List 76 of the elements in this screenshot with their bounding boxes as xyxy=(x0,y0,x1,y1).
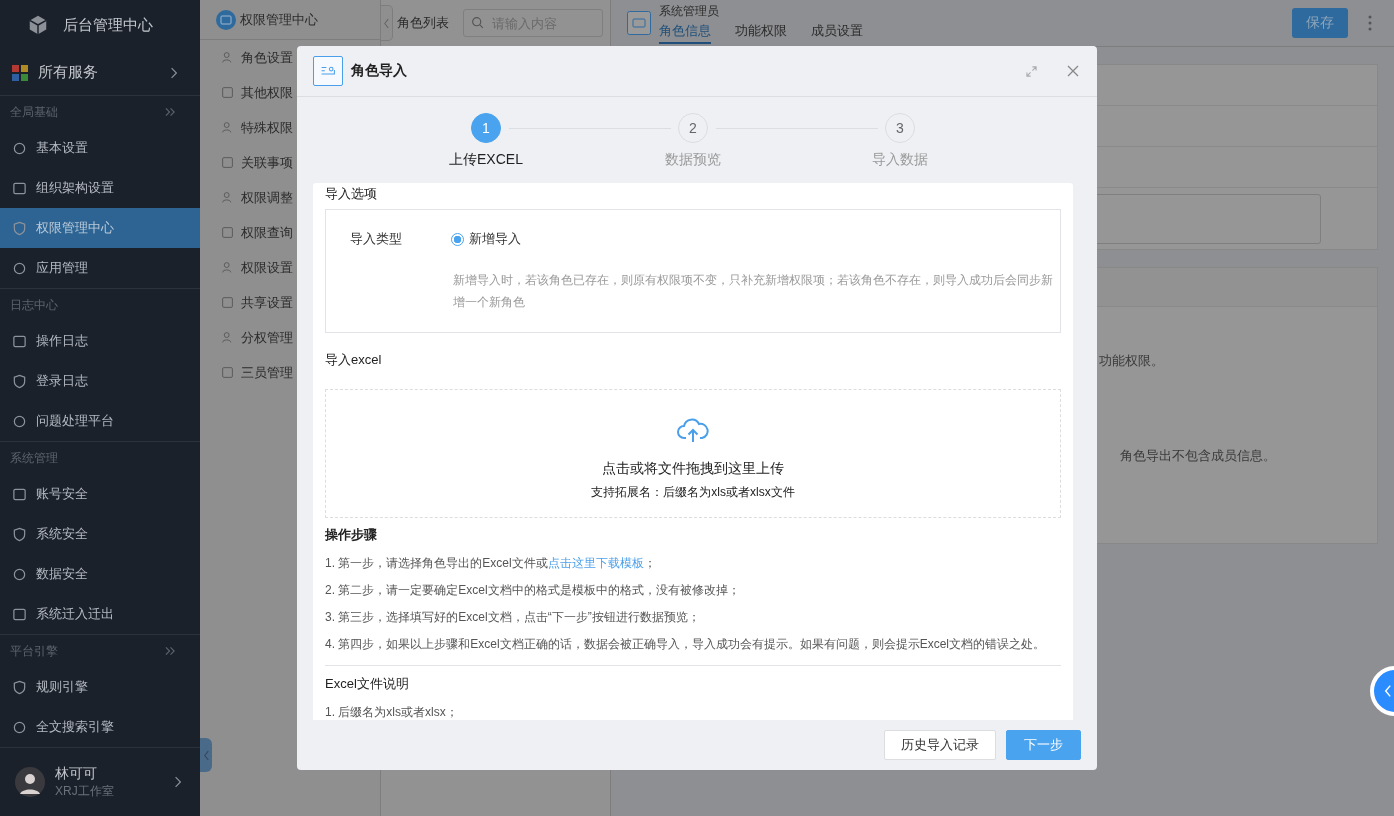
nav-item[interactable]: 全文搜索引擎 xyxy=(0,707,200,747)
submenu-item[interactable]: 特殊权限 xyxy=(200,110,380,145)
list-title: 角色列表 xyxy=(397,14,449,32)
nav-item[interactable]: 规则引擎 xyxy=(0,667,200,707)
nav-item[interactable]: 操作日志 xyxy=(0,321,200,361)
step-number: 3 xyxy=(885,113,915,143)
nav-item[interactable]: 账号安全 xyxy=(0,474,200,514)
radio-circle[interactable] xyxy=(451,232,464,246)
section-title: 导入excel xyxy=(325,350,383,369)
chevron-left-icon xyxy=(383,17,390,29)
section-title: 导入选项 xyxy=(325,185,378,203)
cloud-upload-icon xyxy=(677,417,709,444)
group-label: 系统管理 xyxy=(10,449,58,467)
step-number: 2 xyxy=(678,113,708,143)
screen-icon xyxy=(12,606,27,622)
field-label: 导入类型 xyxy=(350,230,403,248)
instruction-text: 4. 第四步，如果以上步骤和Excel文档正确的话，数据会被正确导入，导入成功会有提示。如果有问题，则会提示Excel文档的错误之处。 xyxy=(325,637,1047,652)
user-card[interactable]: 林可可 XRJ工作室 xyxy=(0,748,200,816)
step-label: 导入数据 xyxy=(872,151,928,169)
chevron-left-icon xyxy=(202,749,210,761)
expand-icon[interactable] xyxy=(1026,65,1037,77)
avatar xyxy=(15,767,45,797)
tab[interactable]: 功能权限 xyxy=(735,19,787,44)
all-services-item[interactable]: 所有服务 xyxy=(0,50,200,96)
chevron-left-icon xyxy=(1383,683,1392,699)
role-title: 系统管理员 xyxy=(659,2,720,20)
radio-option[interactable]: 新增导入 xyxy=(451,230,521,248)
tab[interactable]: 成员设置 xyxy=(811,19,863,44)
chevron-right-icon xyxy=(174,775,182,789)
dialog-icon xyxy=(313,56,343,86)
dialog-title: 角色导入 xyxy=(351,62,408,80)
app-title: 后台管理中心 xyxy=(63,15,153,35)
submenu-title: 权限管理中心 xyxy=(240,10,318,29)
description-text: 新增导入时，若该角色已存在，则原有权限项不变，只补充新增权限项；若该角色不存在，则导入成功后会同步新增一个新角色 xyxy=(453,272,1053,311)
collapse-handle[interactable] xyxy=(381,5,393,41)
nav-item[interactable]: 系统迁入迁出 xyxy=(0,594,200,634)
nav-item[interactable]: 权限管理中心 xyxy=(0,208,200,248)
more-icon[interactable] xyxy=(1368,15,1372,31)
section-title: Excel文件说明 xyxy=(325,675,410,693)
group-label: 日志中心 xyxy=(10,296,58,314)
double-chevron-icon[interactable] xyxy=(165,107,176,117)
cube-icon xyxy=(27,14,49,36)
user-org: XRJ工作室 xyxy=(55,782,115,800)
close-icon[interactable] xyxy=(1067,65,1079,77)
nav-item[interactable]: 问题处理平台 xyxy=(0,401,200,441)
nav-item[interactable]: 数据安全 xyxy=(0,554,200,594)
submenu-item[interactable]: 权限设置 xyxy=(200,250,380,285)
nav-item[interactable]: 基本设置 xyxy=(0,128,200,168)
nav-item[interactable]: 登录日志 xyxy=(0,361,200,401)
nav-item[interactable]: 组织架构设置 xyxy=(0,168,200,208)
chevron-right-icon xyxy=(170,65,178,80)
group-label: 平台引擎 xyxy=(10,642,58,660)
badge-icon xyxy=(216,9,236,30)
note-text: 1. 后缀名为xls或者xlsx； xyxy=(325,705,459,720)
section-title: 操作步骤 xyxy=(325,526,378,544)
step-label: 上传EXCEL xyxy=(449,151,523,169)
step-label: 数据预览 xyxy=(665,151,721,169)
group-label: 全局基础 xyxy=(10,103,58,121)
user-name: 林可可 xyxy=(55,764,98,783)
upload-area[interactable]: 点击或将文件拖拽到这里上传 支持拓展名：后缀名为xls或者xlsx文件 xyxy=(325,388,1061,518)
double-chevron-icon[interactable] xyxy=(165,646,176,656)
info-text: 角色导出不包含成员信息。 xyxy=(1119,447,1277,465)
instruction-text: 1. 第一步，请选择角色导出的Excel文件或点击这里下载模板； xyxy=(325,556,657,571)
submenu-item[interactable]: 关联事项 xyxy=(200,145,380,180)
upload-hint: 支持拓展名：后缀名为xls或者xlsx文件 xyxy=(591,483,795,501)
submenu-item[interactable]: 共享设置 xyxy=(200,285,380,320)
instruction-text: 2. 第二步，请一定要确定Excel文档中的格式是模板中的格式，没有被修改掉； xyxy=(325,583,741,598)
info-text: 功能权限。 xyxy=(1099,352,1165,370)
nav-item[interactable]: 应用管理 xyxy=(0,248,200,288)
role-icon xyxy=(627,11,651,35)
collapse-handle[interactable] xyxy=(200,738,212,772)
step-number: 1 xyxy=(471,113,501,143)
history-button[interactable]: 历史导入记录 xyxy=(884,730,996,760)
nav-item[interactable]: 系统安全 xyxy=(0,514,200,554)
instruction-text: 3. 第三步，选择填写好的Excel文档，点击“下一步”按钮进行数据预览； xyxy=(325,610,701,625)
upload-prompt: 点击或将文件拖拽到这里上传 xyxy=(602,459,784,478)
